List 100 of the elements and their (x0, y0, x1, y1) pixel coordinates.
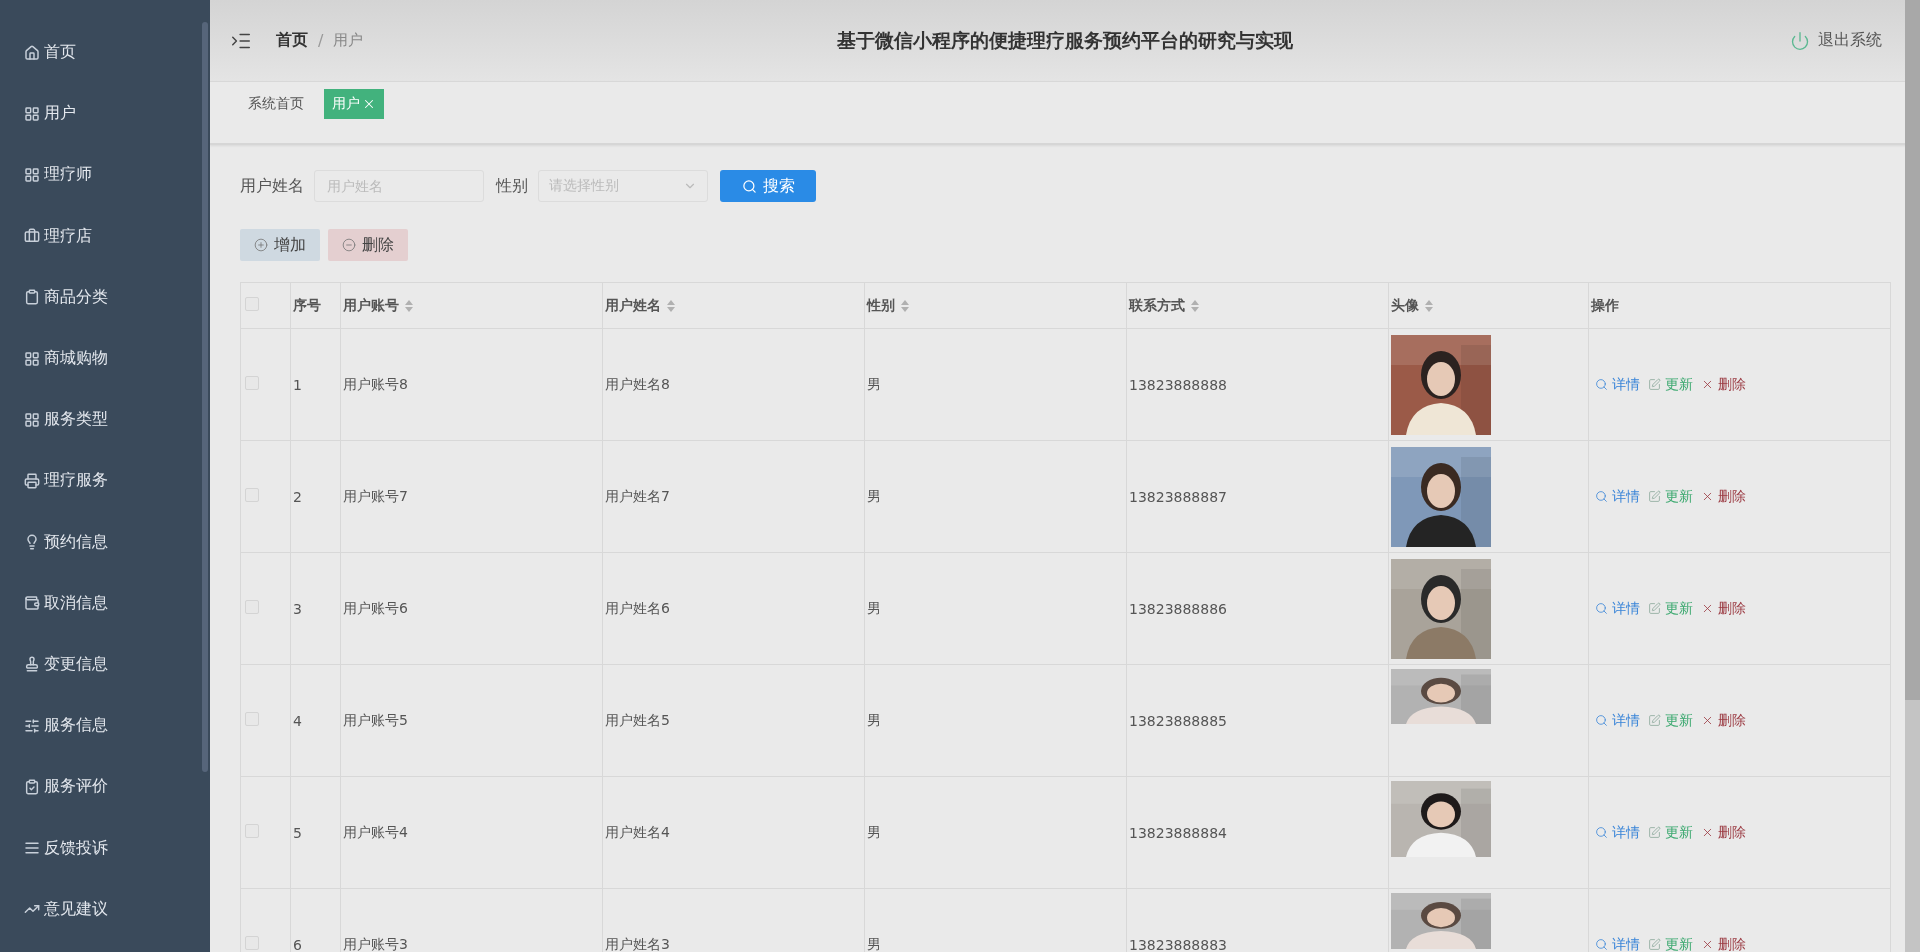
page-tab[interactable]: 系统首页 (240, 89, 312, 119)
search-icon (1595, 938, 1608, 951)
table-cell: 6 (293, 936, 302, 952)
sidebar-item[interactable]: 服务评价 (0, 756, 210, 818)
table-cell: 用户账号8 (343, 375, 408, 392)
table-cell: 1 (293, 376, 302, 393)
sidebar-item[interactable]: 首页 (0, 22, 210, 84)
search-icon (1595, 602, 1608, 615)
column-header: 操作 (1591, 296, 1619, 315)
table-cell: 13823888886 (1129, 600, 1227, 617)
column-header[interactable]: 用户账号 (343, 296, 399, 315)
details-link[interactable]: 详情 (1595, 935, 1640, 952)
menu-item-icon (24, 289, 40, 306)
sort-icon[interactable] (405, 299, 413, 312)
column-header[interactable]: 头像 (1391, 296, 1419, 315)
scrollbar[interactable] (202, 22, 208, 772)
close-icon (1701, 714, 1714, 727)
details-link[interactable]: 详情 (1595, 711, 1640, 730)
table-cell: 5 (293, 824, 302, 841)
table-cell: 用户账号6 (343, 599, 408, 616)
breadcrumb-link[interactable]: 首页 (276, 30, 308, 51)
add-button[interactable]: 增加 (240, 229, 320, 261)
sidebar-item[interactable]: 商品分类 (0, 266, 210, 328)
sidebar-item[interactable]: 意见建议 (0, 878, 210, 940)
breadcrumb-current: 用户 (333, 31, 364, 50)
sidebar-item[interactable]: 变更信息 (0, 633, 210, 696)
breadcrumb-separator: / (318, 31, 324, 50)
sort-icon[interactable] (1191, 299, 1199, 312)
sidebar-item[interactable]: 服务类型 (0, 389, 210, 451)
delete-link[interactable]: 删除 (1701, 935, 1746, 952)
table-cell: 男 (867, 487, 881, 504)
field-label: 用户姓名 (240, 175, 304, 197)
sidebar-item[interactable]: 用户 (0, 83, 210, 145)
table-cell: 用户账号7 (343, 487, 408, 504)
close-icon (1701, 826, 1714, 839)
column-header[interactable]: 联系方式 (1129, 296, 1185, 315)
table-cell: 13823888888 (1129, 376, 1227, 393)
close-icon[interactable] (362, 97, 376, 111)
column-header[interactable]: 用户姓名 (605, 296, 661, 315)
menu-item-icon (24, 105, 40, 122)
menu-item-icon (24, 350, 40, 367)
table-cell: 3 (293, 600, 302, 617)
delete-link[interactable]: 删除 (1701, 823, 1746, 842)
scrollbar[interactable] (1905, 0, 1920, 952)
delete-link[interactable]: 删除 (1701, 375, 1746, 394)
edit-icon (1648, 938, 1661, 951)
table-cell: 男 (867, 935, 881, 952)
table-cell: 13823888885 (1129, 712, 1227, 729)
table-cell: 男 (867, 823, 881, 840)
details-link[interactable]: 详情 (1595, 487, 1640, 506)
sidebar-item[interactable]: 理疗服务 (0, 450, 210, 512)
search-icon (741, 178, 757, 194)
column-header[interactable]: 性别 (867, 296, 895, 315)
search-icon (1595, 826, 1608, 839)
sort-icon[interactable] (901, 299, 909, 312)
search-icon (1595, 490, 1608, 503)
sidebar-item[interactable]: 理疗师 (0, 144, 210, 206)
table-cell: 男 (867, 375, 881, 392)
delete-link[interactable]: 删除 (1701, 711, 1746, 730)
details-link[interactable]: 详情 (1595, 375, 1640, 394)
menu-item-icon (24, 595, 40, 612)
delete-link[interactable]: 删除 (1701, 487, 1746, 506)
sort-icon[interactable] (667, 299, 675, 312)
sort-icon[interactable] (1425, 299, 1433, 312)
table-cell: 2 (293, 488, 302, 505)
logout-button[interactable]: 退出系统 (1790, 30, 1882, 51)
edit-icon (1648, 826, 1661, 839)
menu-item-icon (24, 228, 40, 245)
edit-icon (1648, 490, 1661, 503)
plus-circle-icon (254, 238, 268, 252)
menu-item-icon (24, 44, 40, 61)
sidebar-item[interactable]: 服务信息 (0, 695, 210, 757)
search-icon (1595, 714, 1608, 727)
delete-button[interactable]: 删除 (328, 229, 408, 261)
search-button[interactable]: 搜索 (720, 170, 816, 202)
search-icon (1595, 378, 1608, 391)
delete-link[interactable]: 删除 (1701, 599, 1746, 618)
sidebar-item[interactable]: 预约信息 (0, 511, 210, 573)
menu-item-icon (24, 166, 40, 183)
table-cell: 4 (293, 712, 302, 729)
details-link[interactable]: 详情 (1595, 599, 1640, 618)
sidebar-item[interactable]: 理疗店 (0, 205, 210, 267)
sidebar-item[interactable]: 商城购物 (0, 327, 210, 390)
close-icon (1701, 378, 1714, 391)
table-cell: 用户姓名6 (605, 599, 670, 616)
table-cell: 用户账号3 (343, 935, 408, 952)
edit-icon (1648, 714, 1661, 727)
page-title: 基于微信小程序的便捷理疗服务预约平台的研究与实现 (837, 27, 1293, 53)
table-cell: 用户账号5 (343, 711, 408, 728)
table-cell: 男 (867, 599, 881, 616)
table-cell: 13823888883 (1129, 936, 1227, 952)
details-link[interactable]: 详情 (1595, 823, 1640, 842)
sidebar-item[interactable]: 反馈投诉 (0, 817, 210, 879)
power-icon (1790, 30, 1810, 51)
table-cell: 用户姓名4 (605, 823, 670, 840)
sidebar-item[interactable]: 取消信息 (0, 572, 210, 634)
close-icon (1701, 938, 1714, 951)
menu-item-icon (24, 717, 40, 734)
menu-item-icon (24, 656, 40, 673)
minus-circle-icon (342, 238, 356, 252)
